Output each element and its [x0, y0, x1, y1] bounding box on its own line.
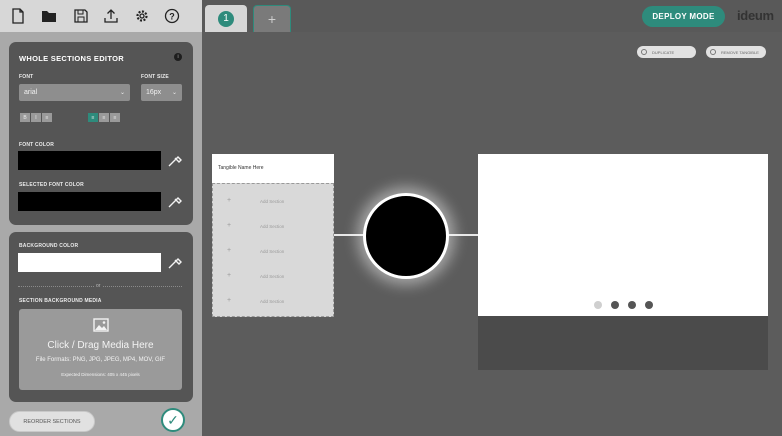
- help-icon[interactable]: ?: [162, 6, 182, 26]
- plus-icon: +: [227, 272, 232, 279]
- media-dropzone[interactable]: Click / Drag Media Here File Formats: PN…: [19, 309, 182, 390]
- section-media-label: SECTION BACKGROUND MEDIA: [19, 298, 102, 304]
- plus-icon: +: [227, 197, 232, 204]
- new-file-icon[interactable]: [8, 6, 28, 26]
- font-select[interactable]: arial ⌄: [19, 84, 130, 101]
- tab-number: 1: [218, 10, 234, 27]
- page-dot[interactable]: [611, 301, 619, 309]
- plus-icon: +: [227, 297, 232, 304]
- dropzone-title: Click / Drag Media Here: [47, 340, 154, 351]
- font-size-value: 16px: [146, 89, 162, 96]
- font-select-value: arial: [24, 89, 38, 96]
- page-dot[interactable]: [594, 301, 602, 309]
- eyedropper-icon[interactable]: [167, 254, 183, 270]
- section-list: + Add Section + Add Section + Add Section +…: [212, 183, 334, 317]
- duplicate-icon: [641, 49, 647, 55]
- preview-footer: [478, 316, 768, 370]
- or-label: or: [94, 283, 103, 289]
- remove-label: REMOVE TANGIBLE: [721, 49, 759, 55]
- font-color-swatch[interactable]: [18, 151, 161, 170]
- confirm-check-button[interactable]: ✓: [161, 408, 185, 432]
- chevron-down-icon: ⌄: [171, 90, 177, 96]
- add-section-label: Add Section: [260, 224, 285, 229]
- brand-logo: ideum: [737, 8, 774, 23]
- reorder-sections-button[interactable]: REORDER SECTIONS: [9, 411, 95, 432]
- section-preview: [478, 154, 768, 316]
- text-style-group: B I ≡: [20, 113, 53, 122]
- save-icon[interactable]: [71, 6, 91, 26]
- tab-section-1[interactable]: 1: [205, 5, 247, 32]
- font-color-label: FONT COLOR: [19, 142, 55, 148]
- plus-icon: +: [227, 222, 232, 229]
- connector-line: [448, 234, 479, 236]
- eyedropper-icon[interactable]: [167, 193, 183, 209]
- font-size-label: FONT SIZE: [141, 74, 169, 80]
- upload-icon[interactable]: [101, 6, 121, 26]
- duplicate-label: DUPLICATE: [652, 49, 675, 55]
- bold-button[interactable]: B: [20, 113, 30, 122]
- tangible-name[interactable]: Tangible Name Here: [212, 154, 334, 183]
- font-label: FONT: [19, 74, 34, 80]
- remove-tangible-button[interactable]: REMOVE TANGIBLE: [706, 46, 766, 58]
- add-section-label: Add Section: [260, 199, 285, 204]
- align-right-button[interactable]: ≡: [110, 113, 120, 122]
- chevron-down-icon: ⌄: [119, 90, 125, 96]
- alignment-group: ≡ ≡ ≡: [88, 113, 121, 122]
- add-section-label: Add Section: [260, 299, 285, 304]
- background-color-swatch[interactable]: [18, 253, 161, 272]
- selected-font-color-swatch[interactable]: [18, 192, 161, 211]
- editor-title: WHOLE SECTIONS EDITOR: [19, 54, 124, 63]
- plus-icon: +: [227, 247, 232, 254]
- add-section-row[interactable]: + Add Section: [213, 242, 333, 262]
- add-section-row[interactable]: + Add Section: [213, 267, 333, 287]
- font-size-select[interactable]: 16px ⌄: [141, 84, 182, 101]
- add-tab-button[interactable]: +: [253, 5, 291, 32]
- connector-line: [334, 234, 366, 236]
- deploy-mode-button[interactable]: DEPLOY MODE: [642, 6, 725, 27]
- add-section-label: Add Section: [260, 274, 285, 279]
- page-dot[interactable]: [645, 301, 653, 309]
- add-section-row[interactable]: + Add Section: [213, 292, 333, 312]
- image-icon: [93, 318, 109, 332]
- remove-icon: [710, 49, 716, 55]
- svg-text:?: ?: [169, 12, 175, 22]
- add-section-row[interactable]: + Add Section: [213, 192, 333, 212]
- align-center-button[interactable]: ≡: [99, 113, 109, 122]
- background-color-label: BACKGROUND COLOR: [19, 243, 79, 249]
- settings-icon[interactable]: [132, 6, 152, 26]
- open-folder-icon[interactable]: [39, 6, 59, 26]
- selected-font-color-label: SELECTED FONT COLOR: [19, 182, 84, 188]
- align-left-button[interactable]: ≡: [88, 113, 98, 122]
- list-button[interactable]: ≡: [42, 113, 52, 122]
- dropzone-dimensions: Expected Dimensions: 405 x 445 pixels: [61, 372, 140, 377]
- add-section-label: Add Section: [260, 249, 285, 254]
- dropzone-formats: File Formats: PNG, JPG, JPEG, MP4, MOV, …: [35, 357, 166, 363]
- eyedropper-icon[interactable]: [167, 152, 183, 168]
- duplicate-button[interactable]: DUPLICATE: [637, 46, 696, 58]
- info-icon[interactable]: i: [174, 53, 182, 61]
- italic-button[interactable]: I: [31, 113, 41, 122]
- page-dot[interactable]: [628, 301, 636, 309]
- add-section-row[interactable]: + Add Section: [213, 217, 333, 237]
- tangible-puck[interactable]: [363, 193, 449, 279]
